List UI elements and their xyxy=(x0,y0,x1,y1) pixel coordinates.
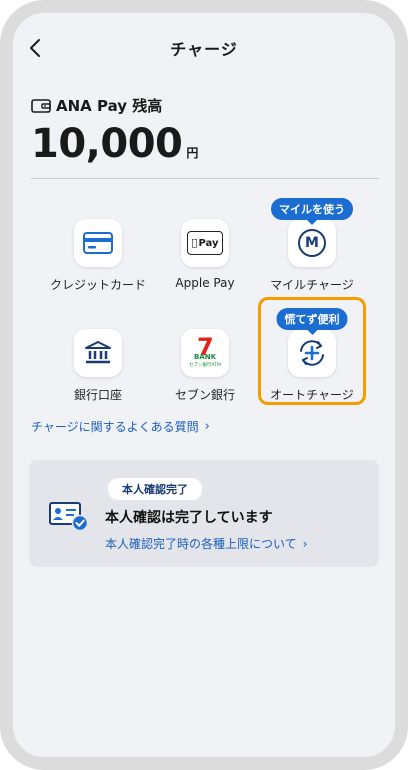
bank-icon xyxy=(85,341,111,364)
faq-link[interactable]: チャージに関するよくある質問 › xyxy=(31,418,210,435)
chevron-right-icon: › xyxy=(302,537,308,551)
apple-pay-icon-box: Pay xyxy=(181,219,229,267)
mile-icon: M xyxy=(298,229,326,257)
wallet-icon xyxy=(31,98,51,113)
verification-tag: 本人確認完了 xyxy=(108,478,202,500)
bank-icon-box xyxy=(74,329,122,377)
credit-card-icon xyxy=(83,232,113,254)
header: チャージ xyxy=(13,13,395,81)
mile-badge: マイルを使う xyxy=(271,198,353,225)
method-label: クレジットカード xyxy=(49,278,146,292)
credit-card-icon-box xyxy=(74,219,122,267)
method-label: マイルチャージ xyxy=(270,278,354,292)
phone-frame: チャージ ANA Pay 残高 10,000 円 クレジットカード Pay xyxy=(0,0,408,770)
method-label: オートチャージ xyxy=(270,388,354,402)
apple-pay-icon-text: Pay xyxy=(195,237,218,249)
chevron-right-icon: › xyxy=(204,419,210,434)
seven-bank-icon: 7 BANK セブン銀行ATM xyxy=(188,333,222,370)
seven-bank-icon-text: BANK xyxy=(193,353,217,361)
method-bank-account[interactable]: 銀行口座 xyxy=(46,329,150,403)
divider xyxy=(31,178,379,179)
mile-icon-box: M xyxy=(288,219,336,267)
balance-label: ANA Pay 残高 xyxy=(31,95,162,116)
apple-pay-icon: Pay xyxy=(187,231,223,255)
balance-label-text: ANA Pay 残高 xyxy=(56,97,163,115)
verification-limits-link[interactable]: 本人確認完了時の各種上限について › xyxy=(105,535,307,552)
faq-link-text: チャージに関するよくある質問 xyxy=(31,420,199,434)
method-apple-pay[interactable]: Pay Apple Pay xyxy=(153,219,257,290)
method-label: セブン銀行 xyxy=(174,388,235,402)
seven-bank-icon-box: 7 BANK セブン銀行ATM xyxy=(181,329,229,377)
balance-amount: 10,000 円 xyxy=(31,121,198,167)
balance-unit: 円 xyxy=(186,146,199,160)
page-title: チャージ xyxy=(170,40,238,59)
auto-charge-icon-box xyxy=(288,329,336,377)
method-seven-bank[interactable]: 7 BANK セブン銀行ATM セブン銀行 xyxy=(153,329,257,403)
balance-value: 10,000 xyxy=(31,121,183,167)
auto-charge-icon xyxy=(300,340,324,366)
id-card-check-icon xyxy=(49,502,89,532)
verification-message: 本人確認は完了しています xyxy=(105,510,273,526)
verification-link-text: 本人確認完了時の各種上限について xyxy=(105,537,297,551)
method-label: 銀行口座 xyxy=(73,388,122,402)
method-label: Apple Pay xyxy=(175,276,235,290)
auto-charge-badge: 慌てず便利 xyxy=(276,308,348,335)
seven-bank-icon-subtext: セブン銀行ATM xyxy=(189,363,221,368)
method-auto-charge[interactable]: オートチャージ xyxy=(260,329,364,403)
method-credit-card[interactable]: クレジットカード xyxy=(46,219,150,293)
method-mile-charge[interactable]: M マイルチャージ xyxy=(260,219,364,293)
verification-card: 本人確認完了 本人確認は完了しています 本人確認完了時の各種上限について › xyxy=(29,460,379,567)
